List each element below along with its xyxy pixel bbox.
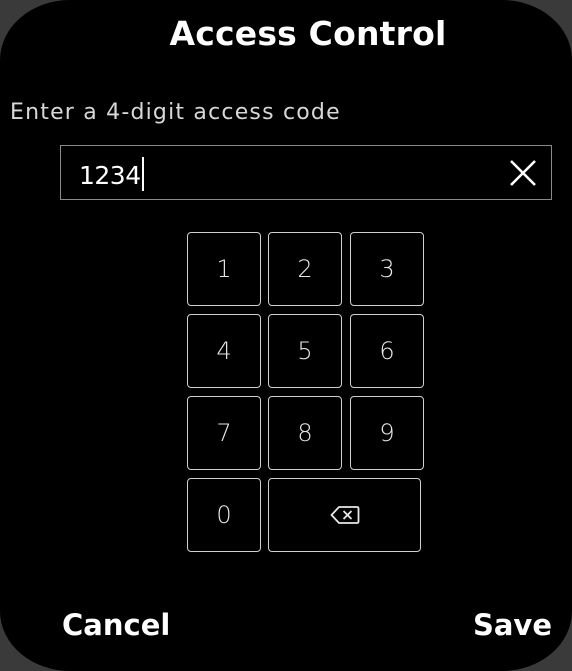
- keypad-key-9[interactable]: 9: [350, 396, 424, 470]
- save-button[interactable]: Save: [473, 608, 552, 642]
- keypad-key-3[interactable]: 3: [350, 232, 424, 306]
- page-title: Access Control: [169, 14, 447, 53]
- access-control-screen: Access Control Enter a 4-digit access co…: [0, 0, 572, 671]
- text-caret: [141, 157, 144, 191]
- backspace-icon: [330, 506, 359, 524]
- access-code-input[interactable]: 1234: [60, 145, 552, 200]
- code-prompt-label: Enter a 4-digit access code: [10, 100, 341, 125]
- cancel-button[interactable]: Cancel: [62, 608, 170, 642]
- keypad-key-8[interactable]: 8: [268, 396, 342, 470]
- keypad-key-5[interactable]: 5: [268, 314, 342, 388]
- backspace-button[interactable]: [268, 478, 421, 552]
- keypad-key-2[interactable]: 2: [268, 232, 342, 306]
- keypad-key-6[interactable]: 6: [350, 314, 424, 388]
- keypad-key-7[interactable]: 7: [187, 396, 261, 470]
- keypad-key-1[interactable]: 1: [187, 232, 261, 306]
- clear-icon[interactable]: [507, 157, 539, 189]
- access-code-text: 1234: [79, 161, 141, 190]
- access-code-value: 1234: [79, 157, 144, 191]
- keypad-key-0[interactable]: 0: [187, 478, 261, 552]
- keypad-key-4[interactable]: 4: [187, 314, 261, 388]
